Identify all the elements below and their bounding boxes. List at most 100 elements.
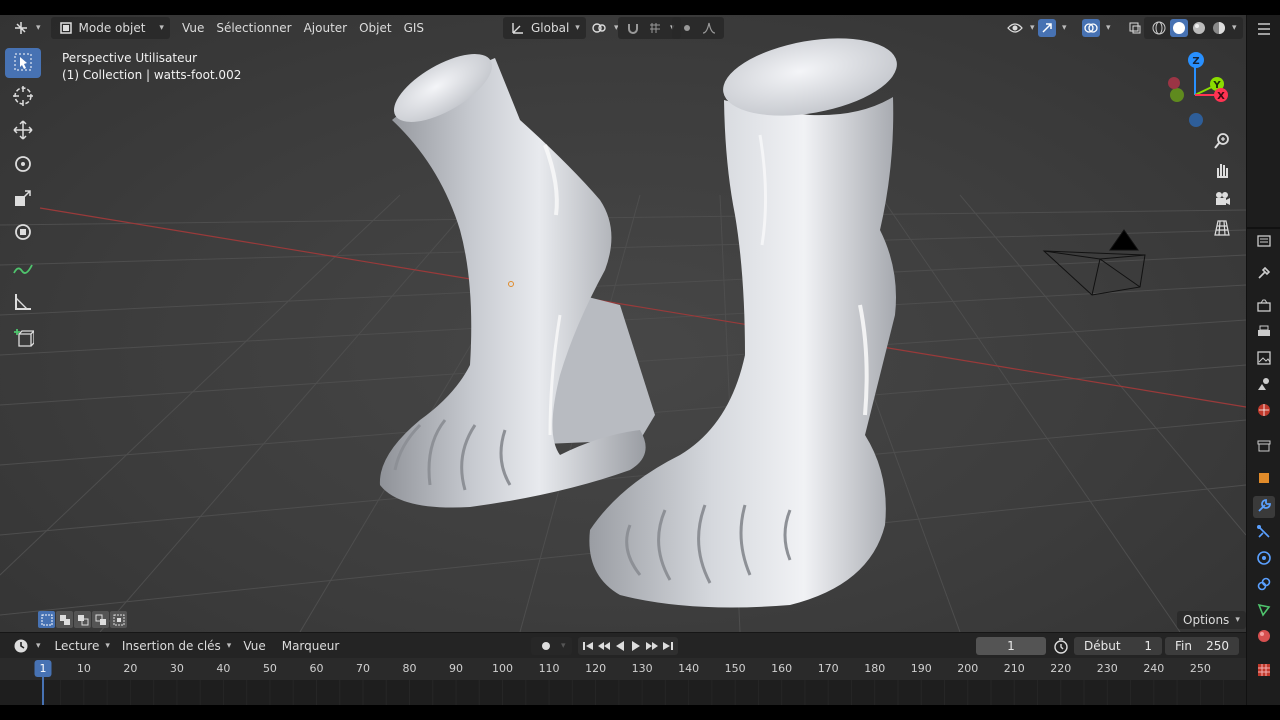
- start-frame-label: Début: [1084, 638, 1121, 653]
- shading-modes: ▾: [1144, 17, 1243, 39]
- jump-start-icon[interactable]: [580, 637, 596, 655]
- jump-keyframe-back-icon[interactable]: [596, 637, 612, 655]
- outliner-filter-button[interactable]: [1253, 19, 1275, 41]
- transform-orientation-dropdown[interactable]: Global ▾: [503, 17, 586, 39]
- perspective-toggle-button[interactable]: [1208, 215, 1236, 243]
- ruler-tick-label: 230: [1096, 662, 1118, 675]
- menu-object[interactable]: Objet: [353, 21, 397, 35]
- x-axis-line: [39, 207, 1246, 408]
- wireframe-shading-icon[interactable]: [1150, 19, 1168, 37]
- tab-tool[interactable]: [1253, 263, 1275, 285]
- camera-view-button[interactable]: [1208, 186, 1236, 214]
- tab-render[interactable]: [1253, 296, 1275, 318]
- select-new-icon[interactable]: [38, 611, 55, 628]
- menu-add[interactable]: Ajouter: [298, 21, 354, 35]
- ruler-tick-label: 20: [123, 662, 138, 675]
- tab-material[interactable]: [1253, 626, 1275, 648]
- menu-marker[interactable]: Marqueur: [276, 639, 346, 653]
- tab-world[interactable]: [1253, 400, 1275, 422]
- properties-editor-button[interactable]: [1253, 231, 1275, 253]
- move-icon: [12, 119, 34, 144]
- play-reverse-icon[interactable]: [612, 637, 628, 655]
- jump-end-icon[interactable]: [660, 637, 676, 655]
- ruler-tick-label: 50: [262, 662, 277, 675]
- bottom-black-strip: [0, 705, 1280, 720]
- tab-view-layer[interactable]: [1253, 348, 1275, 370]
- image-icon: [1256, 350, 1272, 369]
- tab-collection[interactable]: [1253, 436, 1275, 458]
- select-box-tool[interactable]: [5, 48, 41, 78]
- cursor-tool[interactable]: [5, 82, 41, 112]
- tab-constraints[interactable]: [1253, 574, 1275, 596]
- menu-keying[interactable]: Insertion de clés ▾: [116, 635, 237, 657]
- menu-gis[interactable]: GIS: [398, 21, 430, 35]
- options-dropdown[interactable]: Options ▾: [1177, 611, 1246, 629]
- annotate-tool[interactable]: [5, 254, 41, 284]
- chevron-down-icon[interactable]: ▾: [1232, 23, 1237, 33]
- start-frame-field[interactable]: Début 1: [1074, 636, 1162, 655]
- editor-type-button[interactable]: ▾: [6, 17, 47, 39]
- scale-tool[interactable]: [5, 184, 41, 214]
- end-frame-field[interactable]: Fin 250: [1165, 636, 1239, 655]
- right-foot-mesh[interactable]: [589, 26, 903, 608]
- gizmo-toggle[interactable]: ▾: [1032, 17, 1073, 39]
- proportional-edit-toggle[interactable]: [672, 17, 724, 39]
- gizmo-y-label: Y: [1212, 80, 1221, 91]
- tab-output[interactable]: [1253, 322, 1275, 344]
- zoom-button[interactable]: [1208, 128, 1236, 156]
- scene-render: Z Y X: [0, 26, 1246, 632]
- tab-object[interactable]: [1253, 468, 1275, 490]
- physics-icon: [1256, 550, 1272, 569]
- select-subtract-icon[interactable]: [74, 611, 91, 628]
- rendered-shading-icon[interactable]: [1210, 19, 1228, 37]
- navigation-gizmo[interactable]: Z Y X: [1168, 52, 1228, 127]
- mode-dropdown[interactable]: Mode objet ▾: [50, 17, 170, 39]
- axis-editor-icon: [12, 19, 30, 37]
- add-cube-tool[interactable]: [5, 324, 41, 354]
- tab-physics[interactable]: [1253, 548, 1275, 570]
- measure-tool[interactable]: [5, 288, 41, 318]
- ruler-tick-label: 160: [771, 662, 793, 675]
- tab-modifiers[interactable]: [1253, 496, 1275, 518]
- ruler-tick-label: 210: [1003, 662, 1025, 675]
- ruler-tick-label: 80: [402, 662, 417, 675]
- tab-particles[interactable]: [1253, 522, 1275, 544]
- scale-icon: [13, 188, 33, 211]
- frame-ruler[interactable]: 1 10 20 30 40 50 60 70 80 90 100 110 120 130 140 150 160…: [0, 658, 1246, 680]
- select-intersect-icon[interactable]: [110, 611, 127, 628]
- scene-icon: [1256, 376, 1272, 395]
- current-frame-marker[interactable]: 1: [34, 660, 52, 677]
- timeline-editor-type-button[interactable]: ▾: [6, 635, 47, 657]
- select-invert-icon[interactable]: [92, 611, 109, 628]
- tab-texture[interactable]: [1253, 660, 1275, 682]
- transform-tool[interactable]: [5, 218, 41, 248]
- move-tool[interactable]: [5, 116, 41, 146]
- top-black-strip: [0, 0, 1280, 15]
- ruler-tick-label: 200: [957, 662, 979, 675]
- pan-button[interactable]: [1208, 157, 1236, 185]
- timeline-body[interactable]: 1 10 20 30 40 50 60 70 80 90 100 110 120 130 140 150 160…: [0, 658, 1246, 705]
- ruler-tick-label: 30: [169, 662, 184, 675]
- jump-keyframe-forward-icon[interactable]: [644, 637, 660, 655]
- chevron-down-icon: ▾: [561, 640, 566, 651]
- menu-timeline-view[interactable]: Vue: [237, 639, 271, 653]
- menu-select[interactable]: Sélectionner: [210, 21, 297, 35]
- proportional-dot-icon: [678, 19, 696, 37]
- 3d-viewport[interactable]: Z Y X: [0, 15, 1246, 632]
- menu-view[interactable]: Vue: [176, 21, 210, 35]
- left-foot-mesh[interactable]: [379, 41, 655, 508]
- clock-icon: [12, 637, 30, 655]
- menu-playback[interactable]: Lecture ▾: [49, 635, 116, 657]
- tab-object-data[interactable]: [1253, 600, 1275, 622]
- orientation-label: Global: [531, 21, 570, 35]
- play-icon[interactable]: [628, 637, 644, 655]
- tab-scene[interactable]: [1253, 374, 1275, 396]
- solid-shading-icon[interactable]: [1170, 19, 1188, 37]
- current-frame-field[interactable]: 1: [976, 636, 1046, 655]
- select-extend-icon[interactable]: [56, 611, 73, 628]
- overlays-toggle[interactable]: ▾: [1076, 17, 1117, 39]
- rotate-tool[interactable]: [5, 150, 41, 180]
- preview-range-clock-icon[interactable]: [1052, 637, 1070, 655]
- auto-keying-toggle[interactable]: ▾: [531, 636, 572, 655]
- material-shading-icon[interactable]: [1190, 19, 1208, 37]
